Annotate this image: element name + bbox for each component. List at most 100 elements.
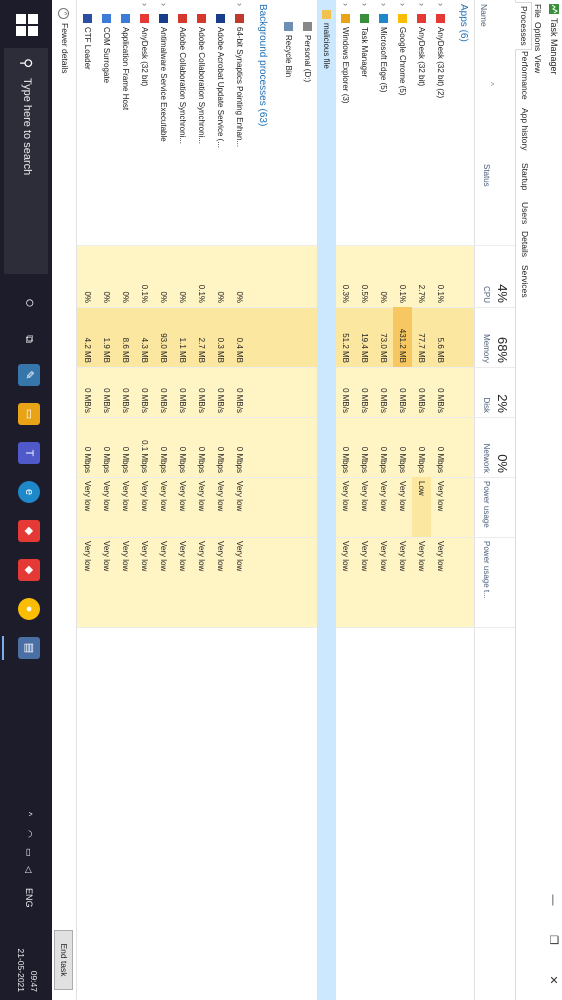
cell-memory: 77.7 MB [417, 333, 426, 363]
cortana-icon[interactable]: ○ [18, 292, 40, 314]
expand-chevron-icon[interactable]: › [230, 3, 249, 6]
tab-processes[interactable]: Processes [515, 2, 532, 50]
cell-network: 0 Mbps [235, 446, 244, 473]
task-manager-taskbar-icon[interactable]: ▤ [18, 637, 40, 659]
teams-icon[interactable]: T [18, 442, 40, 464]
column-cpu[interactable]: 4% CPU [475, 245, 515, 307]
tab-details[interactable]: Details [517, 228, 532, 260]
table-row[interactable]: › Windows Explorer (3) 0.3% 51.2 MB 0 MB/s 0 … [336, 0, 355, 1000]
fewer-details-button[interactable]: ^ Fewer details [58, 8, 70, 74]
end-task-button[interactable]: End task [54, 930, 73, 990]
table-row[interactable]: Adobe Collaboration Synchroni... 0.1% 2.7 … [192, 0, 211, 1000]
cell-trend: Very low [197, 541, 206, 572]
cell-trend: Very low [417, 541, 426, 572]
cell-trend: Very low [360, 541, 369, 572]
table-row[interactable]: › Google Chrome (5) 0.1% 431.2 MB 0 MB/s 0 Mb… [393, 0, 412, 1000]
file-explorer-icon[interactable]: ▭ [18, 403, 40, 425]
table-row[interactable]: › AnyDesk (32 bit) 0.1% 4.3 MB 0 MB/s 0.1 Mbp… [135, 0, 154, 1000]
folder-icon [322, 10, 331, 19]
expand-chevron-icon[interactable]: › [374, 3, 393, 6]
apps-group-header[interactable]: Apps (6) [450, 0, 474, 1000]
com-surrogate-icon [102, 14, 111, 23]
tab-startup[interactable]: Startup [517, 160, 532, 193]
menu-options[interactable]: Options [533, 22, 543, 51]
cell-network: 0 Mbps [398, 446, 407, 473]
child-row[interactable]: Personal (D:) [298, 0, 317, 1000]
adobe-icon [197, 14, 206, 23]
cell-disk: 0 MB/s [197, 388, 206, 413]
python-icon[interactable]: ✎ [18, 364, 40, 386]
expand-chevron-icon[interactable]: › [336, 3, 355, 6]
column-power[interactable]: Power usage [475, 477, 515, 537]
table-row[interactable]: › Task Manager 0.5% 19.4 MB 0 MB/s 0 Mbps Very… [355, 0, 374, 1000]
table-row[interactable]: › Antimalware Service Executable 0% 93.0 MB… [154, 0, 173, 1000]
edge-icon[interactable]: e [18, 481, 40, 503]
child-row[interactable]: malicious file [317, 0, 336, 1000]
clock[interactable]: 09:47 21-05-2021 [14, 949, 40, 992]
column-network[interactable]: 0% Network [475, 417, 515, 477]
menu-view[interactable]: View [533, 55, 543, 73]
drive-icon [303, 22, 312, 31]
task-manager-icon [549, 4, 559, 14]
cell-power: Very low [379, 481, 388, 512]
expand-chevron-icon[interactable]: › [412, 3, 431, 6]
column-disk[interactable]: 2% Disk [475, 367, 515, 417]
cell-disk: 0 MB/s [83, 388, 92, 413]
column-status[interactable]: Status [475, 160, 515, 245]
task-view-icon[interactable]: ⧉ [18, 328, 40, 350]
cell-disk: 0 MB/s [360, 388, 369, 413]
anydesk-taskbar-icon[interactable]: ◆ [18, 520, 40, 542]
cell-network: 0 Mbps [121, 446, 130, 473]
chrome-taskbar-icon[interactable]: ● [18, 598, 40, 620]
anydesk-taskbar-icon-2[interactable]: ◆ [18, 559, 40, 581]
background-group-header[interactable]: Background processes (63) [249, 0, 273, 1000]
column-power-trend[interactable]: Power usage t... [475, 537, 515, 627]
table-row[interactable]: Adobe Collaboration Synchroni... 0% 1.1 MB… [173, 0, 192, 1000]
table-row[interactable]: › 64-bit Synaptics Pointing Enhan... 0% 0.4… [230, 0, 249, 1000]
table-row[interactable]: › Microsoft Edge (5) 0% 73.0 MB 0 MB/s 0 Mbps… [374, 0, 393, 1000]
tab-services[interactable]: Services [517, 262, 532, 301]
maximize-button[interactable]: ❐ [544, 920, 562, 960]
tab-app-history[interactable]: App history [517, 105, 532, 154]
table-row[interactable]: Adobe Acrobat Update Service (... 0% 0.3 M… [211, 0, 230, 1000]
close-button[interactable]: ✕ [544, 960, 562, 1000]
expand-chevron-icon[interactable]: › [154, 3, 173, 6]
cell-cpu: 0.1% [140, 284, 149, 303]
process-name: Adobe Acrobat Update Service (... [216, 27, 225, 148]
table-row[interactable]: CTF Loader 0% 4.2 MB 0 MB/s 0 Mbps Very low Ve… [78, 0, 97, 1000]
table-row[interactable]: › AnyDesk (32 bit) (2) 0.1% 5.6 MB 0 MB/s 0 M… [431, 0, 450, 1000]
cell-network: 0 Mbps [159, 446, 168, 473]
expand-chevron-icon[interactable]: › [431, 3, 450, 6]
cell-memory: 431.2 MB [393, 307, 412, 367]
cell-network: 0 Mbps [83, 446, 92, 473]
expand-chevron-icon[interactable]: › [355, 3, 374, 6]
column-name[interactable]: ^ Name [475, 0, 515, 160]
menu-file[interactable]: File [533, 4, 543, 18]
cell-memory: 1.9 MB [102, 337, 111, 363]
edge-icon [379, 14, 388, 23]
expand-chevron-icon[interactable]: › [135, 3, 154, 6]
tray-overflow-chevron[interactable]: ^ [24, 812, 34, 816]
taskbar-search-box[interactable]: ⚲ Type here to search [4, 48, 48, 274]
table-row[interactable]: › AnyDesk (32 bit) 2.7% 77.7 MB 0 MB/s 0 Mbps… [412, 0, 431, 1000]
language-indicator[interactable]: ENG [24, 888, 34, 908]
column-memory[interactable]: 68% Memory [475, 307, 515, 367]
table-row[interactable]: COM Surrogate 0% 1.9 MB 0 MB/s 0 Mbps Very lo… [97, 0, 116, 1000]
cell-cpu: 0% [178, 291, 187, 303]
volume-icon[interactable]: ◁ [23, 866, 34, 873]
cell-cpu: 0% [379, 291, 388, 303]
cell-memory: 1.1 MB [178, 337, 187, 363]
cell-power: Very low [197, 481, 206, 512]
tab-performance[interactable]: Performance [517, 48, 532, 103]
process-name: Task Manager [360, 27, 369, 78]
table-row[interactable]: Application Frame Host 0% 8.6 MB 0 MB/s 0 Mb… [116, 0, 135, 1000]
minimize-button[interactable]: — [544, 880, 562, 920]
expand-chevron-icon[interactable]: › [393, 3, 412, 6]
tab-users[interactable]: Users [517, 199, 532, 227]
child-row[interactable]: Recycle Bin [279, 0, 298, 1000]
disk-total: 2% [495, 394, 510, 413]
battery-icon[interactable]: ▭ [23, 848, 34, 857]
start-button[interactable] [16, 14, 38, 36]
cell-cpu: 0% [121, 291, 130, 303]
wifi-icon[interactable]: ◠ [23, 830, 34, 838]
